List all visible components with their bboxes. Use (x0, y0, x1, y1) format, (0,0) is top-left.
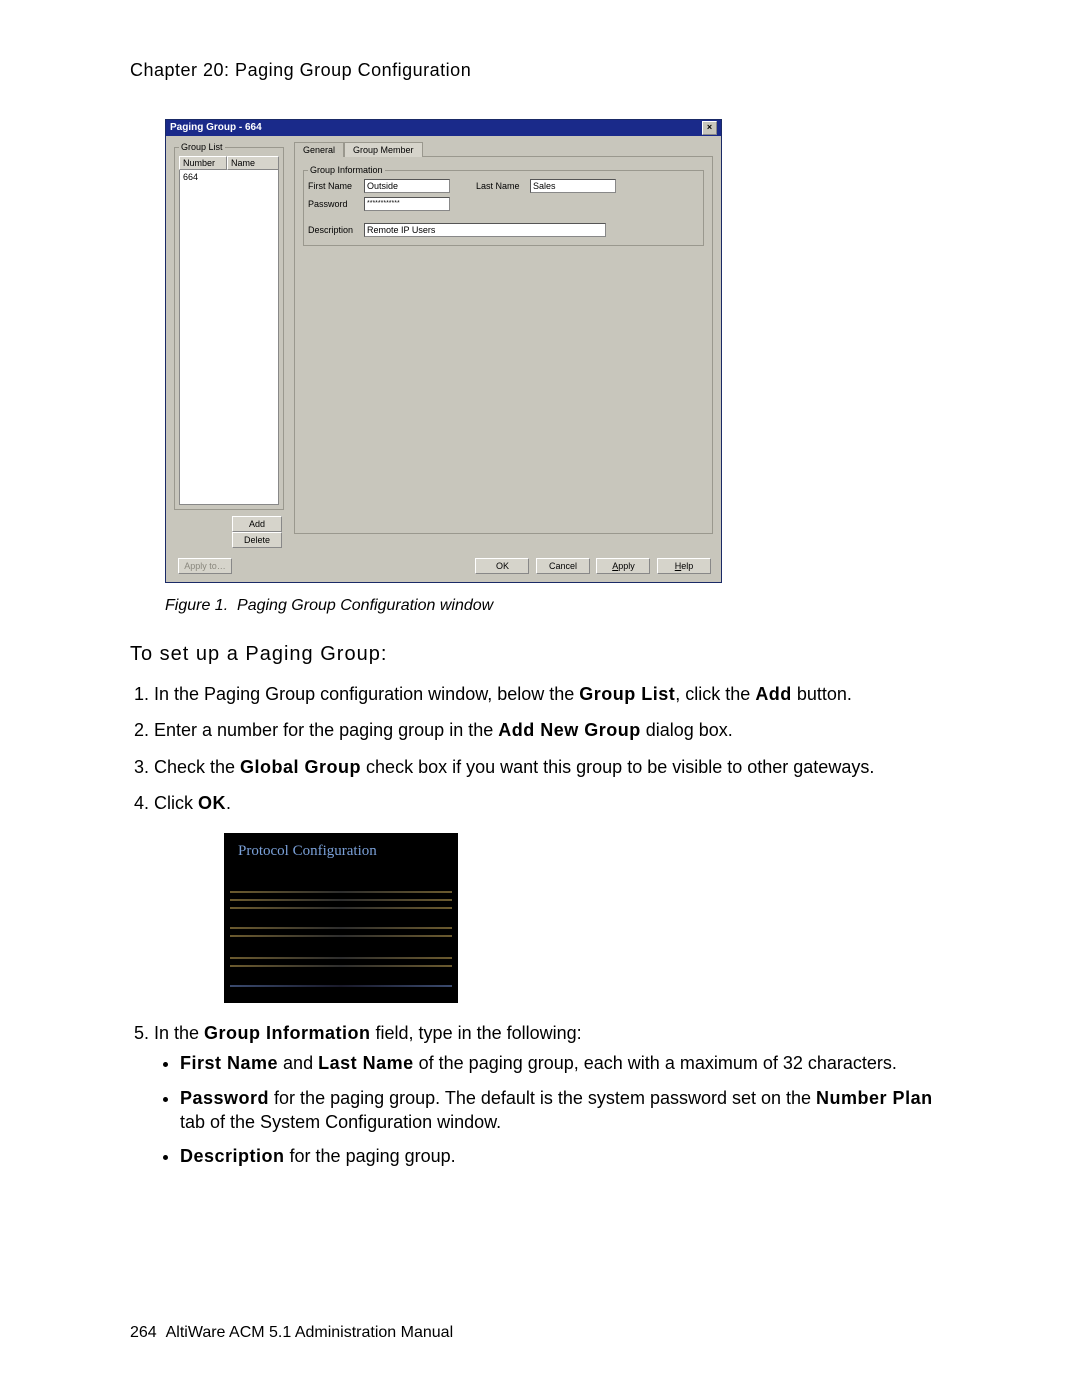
help-button[interactable]: Help (657, 558, 711, 574)
list-item: Click OK. Protocol Configuration (154, 791, 950, 1003)
list-item: Enter a number for the paging group in t… (154, 718, 950, 742)
description-field[interactable]: Remote IP Users (364, 223, 606, 237)
add-button[interactable]: Add (232, 516, 282, 532)
dialog-title: Paging Group - 664 (170, 120, 262, 136)
group-list[interactable]: 664 (179, 170, 279, 505)
close-icon[interactable]: × (702, 121, 717, 135)
dialog-titlebar: Paging Group - 664 × (166, 120, 721, 136)
delete-button[interactable]: Delete (232, 532, 282, 548)
list-header: Number Name (179, 156, 279, 170)
col-number[interactable]: Number (179, 156, 227, 170)
group-info-legend: Group Information (308, 165, 385, 175)
apply-button[interactable]: Apply (596, 558, 650, 574)
label-description: Description (308, 225, 358, 235)
list-item: Check the Global Group check box if you … (154, 755, 950, 779)
col-name[interactable]: Name (227, 156, 279, 170)
tab-general[interactable]: General (294, 142, 344, 157)
first-name-field[interactable]: Outside (364, 179, 450, 193)
list-item: In the Group Information field, type in … (154, 1021, 950, 1168)
list-item: In the Paging Group configuration window… (154, 682, 950, 706)
steps-list: In the Paging Group configuration window… (130, 682, 950, 1169)
list-item: First Name and Last Name of the paging g… (180, 1051, 950, 1075)
list-item: Description for the paging group. (180, 1144, 950, 1168)
list-item: Password for the paging group. The defau… (180, 1086, 950, 1135)
last-name-field[interactable]: Sales (530, 179, 616, 193)
apply-to-button: Apply to… (178, 558, 232, 574)
label-last-name: Last Name (476, 181, 524, 191)
screenshot-title: Protocol Configuration (238, 841, 377, 861)
section-heading: To set up a Paging Group: (130, 643, 950, 666)
password-field[interactable]: ************ (364, 197, 450, 211)
label-password: Password (308, 199, 358, 209)
group-list-legend: Group List (179, 142, 225, 152)
figure-caption: Figure 1. Paging Group Configuration win… (165, 597, 950, 615)
group-list-fieldset: Group List Number Name 664 (174, 142, 284, 510)
group-information-fieldset: Group Information First Name Outside Las… (303, 165, 704, 246)
ok-button[interactable]: OK (475, 558, 529, 574)
chapter-header: Chapter 20: Paging Group Configuration (130, 60, 950, 81)
paging-group-dialog: Paging Group - 664 × Group List Number N… (165, 119, 722, 583)
cancel-button[interactable]: Cancel (536, 558, 590, 574)
tab-group-member[interactable]: Group Member (344, 142, 423, 157)
page-footer: 264 AltiWare ACM 5.1 Administration Manu… (130, 1324, 453, 1342)
list-item[interactable]: 664 (183, 172, 275, 182)
protocol-config-screenshot: Protocol Configuration (224, 833, 458, 1003)
label-first-name: First Name (308, 181, 358, 191)
